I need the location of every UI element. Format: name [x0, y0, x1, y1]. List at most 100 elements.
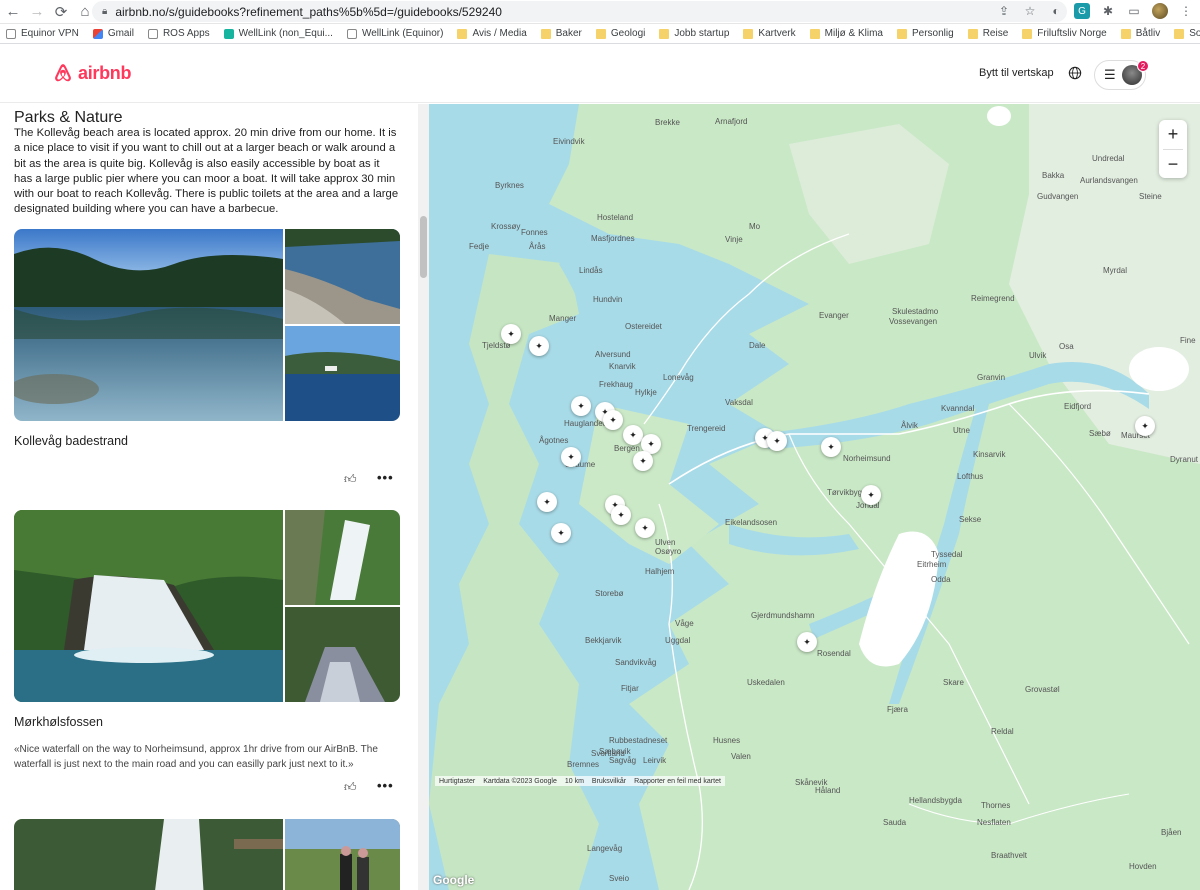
folder-icon [967, 28, 978, 39]
bookmark-item[interactable]: Baker [540, 28, 582, 39]
map-place-label: Rubbestadneset [609, 736, 668, 745]
thumbs-up-icon[interactable]: 👍︎ [344, 472, 358, 486]
map-marker-sparkle-icon[interactable]: ✦ [1135, 416, 1155, 436]
kebab-menu-icon[interactable]: ⋮ [1178, 3, 1194, 19]
map-marker-sparkle-icon[interactable]: ✦ [571, 396, 591, 416]
more-options-button[interactable]: ••• [377, 470, 394, 485]
bookmark-item[interactable]: Kartverk [743, 28, 796, 39]
map-place-label: Rosendal [817, 649, 851, 658]
place-name[interactable]: Kollevåg badestrand [14, 434, 128, 448]
bay-photo[interactable] [285, 326, 400, 421]
map-marker-sparkle-icon[interactable]: ✦ [797, 632, 817, 652]
sidebar-icon[interactable]: ▭ [1126, 3, 1142, 19]
place-name[interactable]: Mørkhølsfossen [14, 715, 103, 729]
map-place-label: Lonevåg [663, 373, 694, 382]
folder-icon [809, 28, 820, 39]
bookmark-item[interactable]: Reise [967, 28, 1008, 39]
map-place-label: Tyssedal [931, 550, 963, 559]
map-place-label: Sauda [883, 818, 907, 827]
map-marker-sparkle-icon[interactable]: ✦ [501, 324, 521, 344]
photo-gallery-morkholsfossen[interactable] [14, 510, 400, 702]
map-marker-sparkle-icon[interactable]: ✦ [633, 451, 653, 471]
map-marker-sparkle-icon[interactable]: ✦ [603, 410, 623, 430]
map-place-label: Kinsarvik [973, 450, 1006, 459]
more-options-button[interactable]: ••• [377, 778, 394, 793]
waterfall-side-photo[interactable] [285, 510, 400, 605]
bookmark-item[interactable]: Geologi [595, 28, 645, 39]
star-icon[interactable]: ☆ [1022, 3, 1038, 19]
map-place-label: Gudvangen [1037, 192, 1079, 201]
zoom-out-button[interactable]: − [1159, 150, 1187, 179]
share-icon[interactable]: ⇪ [996, 3, 1012, 19]
bookmark-item[interactable]: Friluftsliv Norge [1022, 28, 1107, 39]
bookmark-item[interactable]: Jobb startup [659, 28, 729, 39]
bookmark-item[interactable]: Avis / Media [457, 28, 527, 39]
bookmark-item[interactable]: Gmail [92, 28, 134, 39]
map-place-label: Halhjem [645, 567, 675, 576]
map-footer-item[interactable]: Kartdata ©2023 Google [483, 778, 557, 785]
forward-icon[interactable]: → [26, 1, 48, 23]
photo-gallery-third[interactable] [14, 819, 400, 890]
map-footer-item[interactable]: 10 km [565, 778, 584, 785]
section-title: Parks & Nature [14, 109, 123, 126]
map-marker-sparkle-icon[interactable]: ✦ [861, 485, 881, 505]
map-footer-item[interactable]: Rapporter en feil med kartet [634, 778, 721, 785]
scrollbar-thumb[interactable] [420, 216, 427, 278]
map-place-label: Bjåen [1161, 828, 1182, 837]
map-place-label: Hovden [1129, 862, 1157, 871]
rocky-shore-photo[interactable] [285, 229, 400, 324]
bookmark-item[interactable]: Miljø & Klima [809, 28, 883, 39]
people-photo[interactable] [285, 819, 400, 890]
map-marker-sparkle-icon[interactable]: ✦ [611, 505, 631, 525]
lock-icon: 🔒︎ [102, 6, 108, 17]
map-marker-sparkle-icon[interactable]: ✦ [561, 447, 581, 467]
map-marker-sparkle-icon[interactable]: ✦ [529, 336, 549, 356]
map-footer-item[interactable]: Bruksvilkår [592, 778, 626, 785]
back-icon[interactable]: ← [2, 1, 24, 23]
zoom-control: + − [1159, 120, 1187, 178]
bookmark-item[interactable]: WellLink (non_Equi... [223, 28, 333, 39]
reload-icon[interactable]: ⟳ [50, 1, 72, 23]
map-footer-item[interactable]: Hurtigtaster [439, 778, 475, 785]
url-text: airbnb.no/s/guidebooks?refinement_paths%… [115, 4, 502, 19]
map-place-label: Kvanndal [941, 404, 975, 413]
lake-photo[interactable] [14, 229, 283, 421]
zoom-in-button[interactable]: + [1159, 120, 1187, 149]
map-marker-sparkle-icon[interactable]: ✦ [635, 518, 655, 538]
map[interactable]: + − Brekke Arnafjord Eivindvik Undredal Byrk… [429, 104, 1200, 890]
map-place-label: Arnafjord [715, 117, 748, 126]
puzzle-icon[interactable]: ✱ [1100, 3, 1116, 19]
airbnb-logo[interactable]: airbnb [52, 61, 132, 85]
bookmark-item[interactable]: ROS Apps [147, 28, 210, 39]
bookmark-item[interactable]: Equinor VPN [6, 28, 79, 39]
map-marker-sparkle-icon[interactable]: ✦ [623, 425, 643, 445]
map-marker-sparkle-icon[interactable]: ✦ [551, 523, 571, 543]
stream-photo[interactable] [285, 607, 400, 702]
grammar-extension-icon[interactable]: G [1074, 3, 1090, 19]
map-place-label: Hundvin [593, 295, 623, 304]
bookmark-item[interactable]: Båtliv [1120, 28, 1160, 39]
map-marker-sparkle-icon[interactable]: ✦ [537, 492, 557, 512]
bookmark-item[interactable]: Solceller på tak [1174, 28, 1200, 39]
bookmark-item[interactable]: Personlig [896, 28, 954, 39]
map-place-label: Frekhaug [599, 380, 633, 389]
folder-icon [595, 28, 606, 39]
map-place-label: Leirvik [643, 756, 667, 765]
switch-to-host-link[interactable]: Bytt til vertskap [979, 67, 1054, 79]
map-marker-sparkle-icon[interactable]: ✦ [821, 437, 841, 457]
map-place-label: Fitjar [621, 684, 639, 693]
steinsdalsfossen-photo[interactable] [14, 819, 283, 890]
waterfall-photo[interactable] [14, 510, 283, 702]
user-menu-button[interactable]: ☰ 2 [1094, 60, 1149, 90]
thumbs-up-icon[interactable]: 👍︎ [344, 780, 358, 794]
bookmark-item[interactable]: WellLink (Equinor) [346, 28, 443, 39]
globe-icon[interactable] [1068, 66, 1082, 80]
map-marker-sparkle-icon[interactable]: ✦ [767, 431, 787, 451]
extension-icon[interactable]: ◐ [1048, 3, 1064, 19]
profile-avatar[interactable] [1152, 3, 1168, 19]
map-place-label: Reldal [991, 727, 1014, 736]
photo-gallery-kollevag[interactable] [14, 229, 400, 421]
map-place-label: Hellandsbygda [909, 796, 962, 805]
bookmark-label: Solceller på tak [1189, 28, 1200, 39]
address-bar[interactable]: 🔒︎ airbnb.no/s/guidebooks?refinement_pat… [92, 1, 1067, 22]
